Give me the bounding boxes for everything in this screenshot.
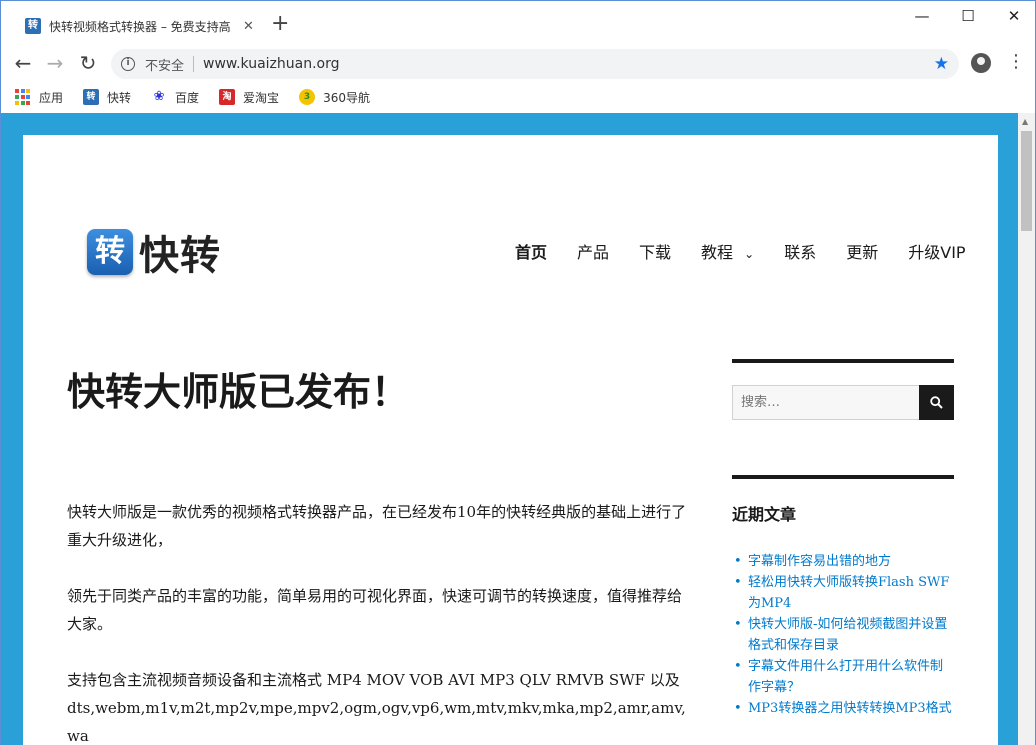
search-button[interactable]: [919, 385, 954, 420]
reload-icon[interactable]: ↻: [76, 52, 100, 74]
article-headline[interactable]: 快转大师版已发布！: [67, 361, 409, 416]
divider: [193, 56, 195, 72]
article-paragraph: 支持包含主流视频音频设备和主流格式 MP4 MOV VOB AVI MP3 QL…: [67, 671, 686, 745]
nav-item-tutorials-label: 教程: [701, 243, 734, 262]
url-text[interactable]: www.kuaizhuan.org: [203, 56, 340, 72]
bookmark-star-icon[interactable]: ★: [934, 54, 949, 74]
sidebar: 近期文章 字幕制作容易出错的地方 轻松用快转大师版转换Flash SWF为MP4…: [732, 359, 954, 719]
close-window-icon[interactable]: ✕: [991, 5, 1036, 27]
recent-post-link[interactable]: MP3转换器之用快转转换MP3格式: [732, 698, 954, 719]
bookmark-kuaizhuan[interactable]: 转 快转: [83, 89, 131, 106]
article-body: 快转大师版是一款优秀的视频格式转换器产品，在已经发布10年的快转经典版的基础上进…: [67, 498, 687, 745]
tab-close-icon[interactable]: ✕: [243, 19, 254, 34]
menu-dots-icon[interactable]: ⋮: [1007, 52, 1025, 72]
bookmark-label: 爱淘宝: [243, 90, 280, 105]
recent-posts-list: 字幕制作容易出错的地方 轻松用快转大师版转换Flash SWF为MP4 快转大师…: [732, 551, 954, 719]
tab-title: 快转视频格式转换器 – 免费支持高: [49, 19, 231, 34]
new-tab-button[interactable]: +: [271, 13, 289, 35]
recent-post-link[interactable]: 快转大师版-如何给视频截图并设置格式和保存目录: [732, 614, 954, 656]
tab-strip: 转 快转视频格式转换器 – 免费支持高 ✕ + — ☐ ✕: [1, 1, 1035, 43]
browser-window: 转 快转视频格式转换器 – 免费支持高 ✕ + — ☐ ✕ ← → ↻ i 不安…: [0, 0, 1036, 745]
maximize-icon[interactable]: ☐: [945, 5, 991, 27]
back-icon[interactable]: ←: [11, 52, 35, 74]
minimize-icon[interactable]: —: [899, 5, 945, 27]
page-content: 转 快转 首页 产品 下载 教程 ⌄ 联系 更新 升级VIP 快转大师版已发布！…: [23, 135, 998, 745]
logo-badge: 转: [87, 229, 133, 275]
browser-toolbar: ← → ↻ i 不安全 www.kuaizhuan.org ★ ⋮: [1, 43, 1035, 83]
nav-item-products[interactable]: 产品: [577, 239, 609, 263]
scroll-up-icon[interactable]: ▲: [1022, 117, 1028, 126]
recent-post-link[interactable]: 字幕文件用什么打开用什么软件制作字幕？: [732, 656, 954, 698]
address-bar[interactable]: i 不安全 www.kuaizhuan.org ★: [111, 49, 959, 79]
recent-post-link[interactable]: 字幕制作容易出错的地方: [732, 551, 954, 572]
vertical-scrollbar[interactable]: ▲: [1018, 113, 1035, 745]
bookmarks-bar: 应用 转 快转 ❀ 百度 淘 爱淘宝 3 360导航: [1, 83, 1035, 111]
site-logo[interactable]: 转 快转: [87, 223, 221, 281]
article-paragraph: 领先于同类产品的丰富的功能，简单易用的可视化界面，快速可调节的转换速度，值得推荐…: [67, 587, 683, 633]
logo-text: 快转: [139, 233, 221, 279]
nav-item-tutorials[interactable]: 教程 ⌄: [701, 239, 754, 263]
nav-item-updates[interactable]: 更新: [846, 239, 878, 263]
kuaizhuan-icon: 转: [83, 89, 100, 105]
divider: [732, 475, 954, 479]
site-favicon-icon: 转: [25, 18, 41, 34]
browser-tab[interactable]: 转 快转视频格式转换器 – 免费支持高 ✕: [13, 9, 263, 43]
nav-item-contact[interactable]: 联系: [784, 239, 816, 263]
article-paragraph: 快转大师版是一款优秀的视频格式转换器产品，在已经发布10年的快转经典版的基础上进…: [67, 503, 687, 549]
search-input[interactable]: [732, 385, 920, 420]
search-form: [732, 385, 954, 420]
security-label: 不安全: [145, 58, 185, 74]
baidu-paw-icon: ❀: [151, 89, 168, 105]
scroll-thumb[interactable]: [1021, 131, 1032, 231]
bookmark-label: 应用: [39, 90, 64, 105]
main-nav: 首页 产品 下载 教程 ⌄ 联系 更新 升级VIP: [515, 239, 966, 263]
360-icon: 3: [299, 89, 316, 105]
apps-grid-icon: [15, 89, 31, 105]
recent-posts-title: 近期文章: [732, 505, 797, 524]
info-icon[interactable]: i: [121, 57, 135, 71]
page-viewport: 转 快转 首页 产品 下载 教程 ⌄ 联系 更新 升级VIP 快转大师版已发布！…: [1, 113, 1018, 745]
bookmark-apps[interactable]: 应用: [15, 89, 63, 106]
recent-post-link[interactable]: 轻松用快转大师版转换Flash SWF为MP4: [732, 572, 954, 614]
bookmark-label: 快转: [107, 90, 132, 105]
bookmark-taobao[interactable]: 淘 爱淘宝: [219, 89, 279, 106]
taobao-icon: 淘: [219, 89, 236, 105]
profile-avatar-icon[interactable]: [971, 53, 991, 73]
bookmark-label: 百度: [175, 90, 200, 105]
divider: [732, 359, 954, 363]
nav-item-download[interactable]: 下载: [639, 239, 671, 263]
search-icon: [930, 395, 943, 409]
bookmark-360[interactable]: 3 360导航: [299, 89, 370, 106]
bookmark-label: 360导航: [323, 90, 370, 105]
bookmark-baidu[interactable]: ❀ 百度: [151, 89, 199, 106]
nav-item-vip[interactable]: 升级VIP: [908, 239, 965, 263]
forward-icon[interactable]: →: [43, 52, 67, 74]
nav-item-home[interactable]: 首页: [515, 239, 547, 263]
chevron-down-icon: ⌄: [744, 247, 755, 261]
